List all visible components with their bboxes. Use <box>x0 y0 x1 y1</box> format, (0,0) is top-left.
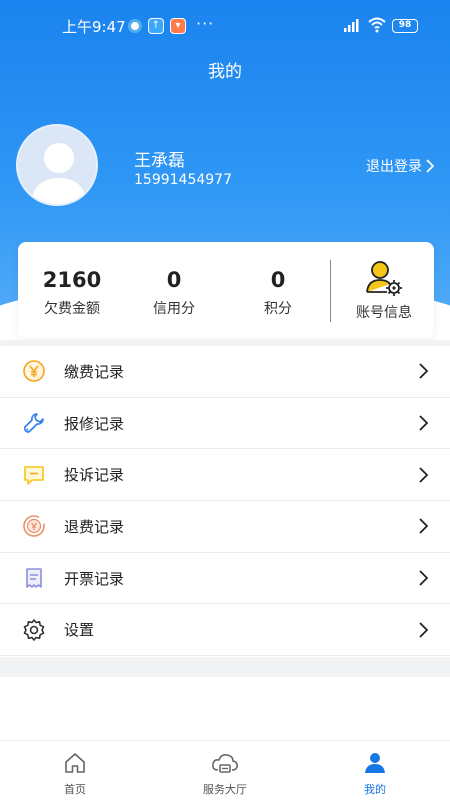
menu-label: 缴费记录 <box>64 362 125 381</box>
upload-app-icon: ↑ <box>148 18 164 34</box>
user-name: 王承磊 <box>134 151 185 171</box>
bottom-tab-bar: 首页 服务大厅 我的 <box>0 740 450 800</box>
settings-gear-icon <box>23 618 45 641</box>
yen-coin-icon <box>23 360 45 383</box>
status-bar: 上午9:47 ↑ ▾ ··· 98 <box>0 0 450 50</box>
points-value: 0 <box>270 268 286 292</box>
account-info-button[interactable]: 账号信息 <box>336 242 432 338</box>
logout-button[interactable]: 退出登录 <box>366 156 434 176</box>
store-app-icon: ▾ <box>170 18 186 34</box>
person-icon <box>365 753 385 773</box>
home-icon <box>65 753 85 773</box>
wifi-icon <box>368 17 386 33</box>
arrears-stat[interactable]: 2160 欠费金额 <box>22 242 122 338</box>
menu-label: 开票记录 <box>64 569 125 588</box>
receipt-icon <box>26 568 42 588</box>
user-phone: 15991454977 <box>134 172 232 188</box>
battery-icon: 98 <box>392 19 418 33</box>
menu-list: 缴费记录 报修记录 投诉记录 退费记录 开票记录 设置 <box>0 346 450 657</box>
status-time: 上午9:47 <box>62 18 126 36</box>
wrench-icon <box>23 413 44 433</box>
tab-label: 服务大厅 <box>203 783 247 796</box>
points-stat[interactable]: 0 积分 <box>228 242 328 338</box>
menu-item-invoice-records[interactable]: 开票记录 <box>0 552 450 605</box>
menu-label: 报修记录 <box>64 414 125 433</box>
chevron-right-icon <box>419 363 428 379</box>
signal-icon <box>344 19 359 32</box>
refund-icon <box>23 515 45 538</box>
credit-score-label: 信用分 <box>153 301 195 317</box>
chevron-right-icon <box>426 159 434 173</box>
menu-item-refund-records[interactable]: 退费记录 <box>0 501 450 553</box>
menu-item-complaint-records[interactable]: 投诉记录 <box>0 449 450 502</box>
tab-home[interactable]: 首页 <box>0 741 150 800</box>
page-title: 我的 <box>208 62 242 82</box>
menu-label: 投诉记录 <box>64 466 125 485</box>
menu-label: 退费记录 <box>64 517 125 536</box>
chevron-right-icon <box>419 415 428 431</box>
arrears-value: 2160 <box>42 268 102 292</box>
chat-bubble-icon <box>24 465 44 485</box>
chevron-right-icon <box>419 467 428 483</box>
arrears-label: 欠费金额 <box>44 301 100 317</box>
avatar[interactable] <box>16 124 98 206</box>
menu-item-repair-records[interactable]: 报修记录 <box>0 397 450 450</box>
tab-label: 首页 <box>64 783 86 796</box>
chevron-right-icon <box>419 622 428 638</box>
user-gear-icon <box>366 261 402 296</box>
menu-bottom-separator <box>0 657 450 677</box>
more-notifications-icon: ··· <box>196 14 215 33</box>
account-info-label: 账号信息 <box>356 305 412 321</box>
message-app-icon <box>128 19 142 33</box>
points-label: 积分 <box>264 301 292 317</box>
credit-score-stat[interactable]: 0 信用分 <box>124 242 224 338</box>
chevron-right-icon <box>419 570 428 586</box>
tab-service-hall[interactable]: 服务大厅 <box>150 741 300 800</box>
chevron-right-icon <box>419 518 428 535</box>
logout-label: 退出登录 <box>366 159 422 175</box>
stats-divider <box>330 260 331 322</box>
tab-label: 我的 <box>364 783 386 796</box>
tab-mine[interactable]: 我的 <box>300 741 450 800</box>
menu-item-payment-records[interactable]: 缴费记录 <box>0 346 450 398</box>
stats-card: 2160 欠费金额 0 信用分 0 积分 账号信息 <box>18 242 434 338</box>
menu-item-settings[interactable]: 设置 <box>0 604 450 657</box>
menu-label: 设置 <box>64 621 95 640</box>
cloud-service-icon <box>212 754 238 773</box>
credit-score-value: 0 <box>166 268 182 292</box>
